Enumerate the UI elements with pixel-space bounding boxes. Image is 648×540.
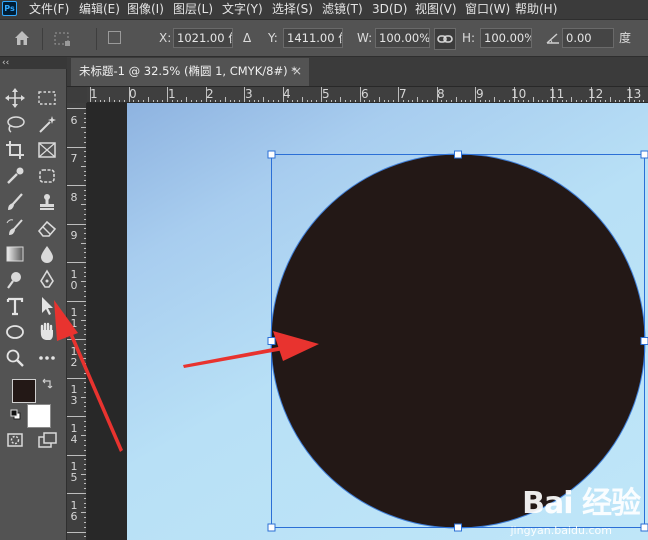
- ruler-h-label: 9: [476, 87, 484, 101]
- reference-checkbox[interactable]: [108, 31, 121, 44]
- patch-tool-icon[interactable]: [36, 165, 58, 187]
- ruler-h-label: 5: [322, 87, 330, 101]
- toolbox: [0, 69, 67, 540]
- history-brush-icon[interactable]: [4, 217, 26, 239]
- path-selection-icon[interactable]: [36, 295, 58, 317]
- ruler-h-label: 0: [129, 87, 137, 101]
- ruler-h-label: 10: [511, 87, 527, 101]
- ruler-h-label: 11: [549, 87, 565, 101]
- width-field[interactable]: 100.00%: [375, 28, 430, 48]
- pen-icon[interactable]: [36, 269, 58, 291]
- ruler-h-label: 2: [206, 87, 214, 101]
- document-tab[interactable]: 未标题-1 @ 32.5% (椭圆 1, CMYK/8#) * ×: [71, 58, 309, 86]
- x-label: X:: [159, 31, 172, 45]
- ruler-v-label: 9: [70, 229, 78, 242]
- menu-image[interactable]: 图像(I): [127, 1, 164, 17]
- home-icon[interactable]: [12, 29, 32, 47]
- angle-unit: 度: [619, 31, 632, 45]
- ellipse-shape[interactable]: [270, 153, 646, 529]
- ellipse-tool-icon[interactable]: [4, 321, 26, 343]
- ruler-h-label: 7: [399, 87, 407, 101]
- ruler-v-label: 14: [70, 422, 78, 446]
- height-field[interactable]: 100.00%: [480, 28, 532, 48]
- menu-type[interactable]: 文字(Y): [222, 1, 263, 17]
- dodge-icon[interactable]: [4, 269, 26, 291]
- ruler-v-label: 6: [70, 114, 78, 127]
- ruler-origin[interactable]: [67, 87, 87, 103]
- ruler-h-label: 13: [626, 87, 642, 101]
- blur-icon[interactable]: [36, 243, 58, 265]
- foreground-color-swatch[interactable]: [12, 379, 36, 403]
- frame-icon[interactable]: [36, 139, 58, 161]
- default-colors-icon[interactable]: [10, 409, 21, 420]
- toolbox-collapse-button[interactable]: ‹‹: [0, 57, 67, 69]
- rotation-field[interactable]: 0.00: [562, 28, 614, 48]
- ruler-v-label: 8: [70, 191, 78, 204]
- eraser-icon[interactable]: [36, 217, 58, 239]
- rectangular-marquee-icon[interactable]: [36, 87, 58, 109]
- menu-edit[interactable]: 编辑(E): [79, 1, 120, 17]
- menu-window[interactable]: 窗口(W): [465, 1, 510, 17]
- horizontal-ruler[interactable]: 1 0 1 2 3 4 5 6 7 8 9 10 11 12 13: [87, 87, 648, 103]
- crop-icon[interactable]: [4, 139, 26, 161]
- menu-select[interactable]: 选择(S): [272, 1, 313, 17]
- document-tab-title: 未标题-1 @ 32.5% (椭圆 1, CMYK/8#) *: [79, 64, 297, 78]
- height-label: H:: [462, 31, 476, 45]
- brush-icon[interactable]: [4, 191, 26, 213]
- document-canvas[interactable]: Bai 经验 jingyan.baidu.com: [127, 103, 648, 540]
- angle-icon: [546, 32, 560, 44]
- y-position-field[interactable]: 1411.00 像: [283, 28, 343, 48]
- screen-mode-icon[interactable]: [36, 429, 58, 451]
- ruler-h-label: 6: [361, 87, 369, 101]
- relative-position-icon[interactable]: Δ: [243, 30, 251, 46]
- menu-layer[interactable]: 图层(L): [173, 1, 213, 17]
- reference-point-icon[interactable]: [52, 30, 74, 48]
- x-position-field[interactable]: 1021.00 像: [173, 28, 233, 48]
- lasso-icon[interactable]: [4, 113, 26, 135]
- ruler-v-label: 15: [70, 460, 78, 484]
- menu-3d[interactable]: 3D(D): [372, 1, 407, 17]
- ruler-v-label: 11: [70, 306, 78, 330]
- ruler-h-label: 1: [90, 87, 98, 101]
- menu-view[interactable]: 视图(V): [415, 1, 457, 17]
- canvas-artwork: [183, 150, 648, 532]
- ruler-v-label: 13: [70, 383, 78, 407]
- baidu-watermark-logo: Bai 经验: [522, 486, 641, 521]
- background-color-swatch[interactable]: [27, 404, 51, 428]
- menu-file[interactable]: 文件(F): [29, 1, 69, 17]
- move-tool-icon[interactable]: [4, 87, 26, 109]
- type-icon[interactable]: [4, 295, 26, 317]
- swap-colors-icon[interactable]: [41, 378, 53, 390]
- ruler-v-label: 12: [70, 345, 78, 369]
- ruler-h-label: 3: [245, 87, 253, 101]
- quick-mask-icon[interactable]: [4, 429, 26, 451]
- vertical-ruler[interactable]: 6 7 8 9 10 11 12 13 14 15 16: [67, 103, 87, 540]
- ruler-v-label: 16: [70, 499, 78, 523]
- ruler-h-label: 1: [168, 87, 176, 101]
- ruler-h-label: 8: [437, 87, 445, 101]
- close-icon[interactable]: ×: [292, 63, 302, 79]
- ruler-v-label: 7: [70, 152, 78, 165]
- baidu-watermark-url: jingyan.baidu.com: [510, 524, 612, 537]
- options-bar: X: 1021.00 像 Δ Y: 1411.00 像 W: 100.00% H…: [0, 19, 648, 57]
- zoom-icon[interactable]: [4, 347, 26, 369]
- hand-icon[interactable]: [36, 321, 58, 343]
- eyedropper-icon[interactable]: [4, 165, 26, 187]
- ruler-v-label: 10: [70, 268, 78, 292]
- width-label: W:: [357, 31, 373, 45]
- link-aspect-icon[interactable]: [434, 28, 456, 50]
- y-label: Y:: [268, 31, 278, 45]
- photoshop-logo: Ps: [2, 1, 17, 16]
- gradient-icon[interactable]: [4, 243, 26, 265]
- menu-help[interactable]: 帮助(H): [515, 1, 557, 17]
- magic-wand-icon[interactable]: [36, 113, 58, 135]
- menu-bar: Ps 文件(F) 编辑(E) 图像(I) 图层(L) 文字(Y) 选择(S) 滤…: [0, 0, 648, 19]
- clone-stamp-icon[interactable]: [36, 191, 58, 213]
- ruler-h-label: 4: [283, 87, 291, 101]
- more-tools-icon[interactable]: [36, 347, 58, 369]
- menu-filter[interactable]: 滤镜(T): [322, 1, 363, 17]
- ruler-h-label: 12: [588, 87, 604, 101]
